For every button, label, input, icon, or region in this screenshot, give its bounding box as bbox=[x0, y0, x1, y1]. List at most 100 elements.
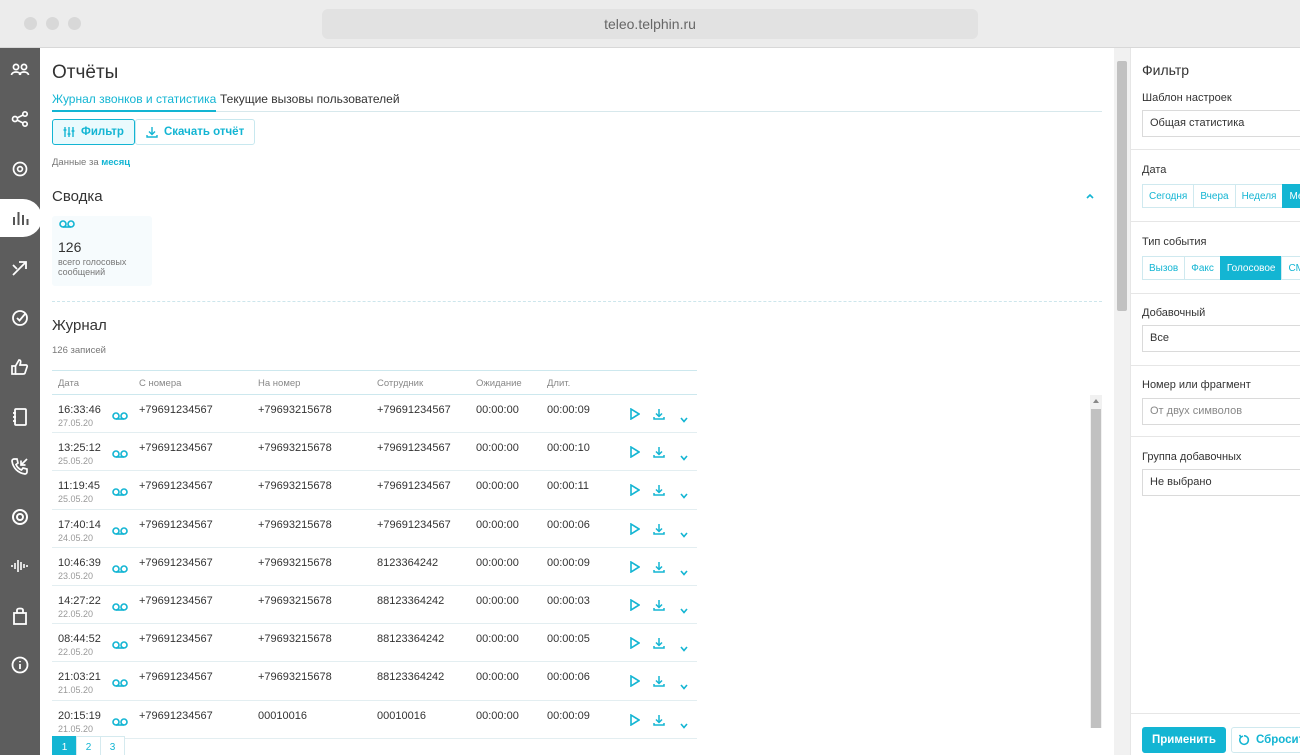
chevron-down-icon[interactable] bbox=[680, 486, 688, 504]
download-report-button[interactable]: Скачать отчёт bbox=[135, 119, 256, 145]
extension-select[interactable]: Все bbox=[1142, 325, 1300, 352]
table-row[interactable]: 08:44:52 22.05.20 +79691234567 +79693215678… bbox=[52, 624, 697, 663]
extension-group-select[interactable]: Не выбрано bbox=[1142, 469, 1300, 496]
chevron-down-icon[interactable] bbox=[680, 563, 688, 581]
column-header-from[interactable]: С номера bbox=[139, 378, 181, 389]
download-icon[interactable] bbox=[653, 598, 665, 616]
sidebar-item-phone-callback[interactable] bbox=[0, 447, 40, 485]
download-icon[interactable] bbox=[653, 522, 665, 540]
table-row[interactable]: 17:40:14 24.05.20 +79691234567 +79693215678… bbox=[52, 510, 697, 548]
number-input[interactable]: От двух символов bbox=[1142, 398, 1300, 425]
chevron-down-icon[interactable] bbox=[680, 448, 688, 466]
scroll-up-arrow-icon[interactable] bbox=[1092, 398, 1100, 404]
apply-button[interactable]: Применить bbox=[1142, 727, 1226, 753]
table-row[interactable]: 20:15:19 21.05.20 +79691234567 00010016 0001… bbox=[52, 701, 697, 739]
filter-button[interactable]: Фильтр bbox=[52, 119, 135, 145]
date-option[interactable]: Вчера bbox=[1193, 184, 1236, 208]
event-type-option[interactable]: Голосовое bbox=[1219, 256, 1283, 280]
download-icon[interactable] bbox=[653, 445, 665, 463]
chevron-down-icon[interactable] bbox=[680, 716, 688, 734]
minimize-window-dot[interactable] bbox=[46, 17, 59, 30]
voicemail-icon bbox=[112, 523, 128, 541]
filter-footer-divider bbox=[1131, 713, 1300, 714]
download-icon[interactable] bbox=[653, 713, 665, 731]
sidebar-item-target[interactable] bbox=[0, 299, 40, 337]
play-icon[interactable] bbox=[630, 560, 641, 578]
sidebar-item-shopping-bag[interactable] bbox=[0, 597, 40, 635]
sidebar-item-network[interactable] bbox=[0, 100, 40, 138]
column-header-wait[interactable]: Ожидание bbox=[476, 378, 522, 389]
column-header-duration[interactable]: Длит. bbox=[547, 378, 570, 389]
template-select[interactable]: Общая статистика bbox=[1142, 110, 1300, 137]
page-1-button[interactable]: 1 bbox=[52, 736, 77, 755]
main-scrollbar-thumb[interactable] bbox=[1117, 61, 1127, 311]
chevron-down-icon[interactable] bbox=[680, 639, 688, 657]
event-type-option[interactable]: Факс bbox=[1184, 256, 1221, 280]
users-icon bbox=[10, 63, 30, 76]
date-option[interactable]: Неделя bbox=[1234, 184, 1284, 208]
row-to-number: +79693215678 bbox=[258, 594, 332, 607]
table-row[interactable]: 16:33:46 27.05.20 +79691234567 +79693215678… bbox=[52, 395, 697, 434]
chevron-down-icon[interactable] bbox=[680, 601, 688, 619]
chevron-down-icon[interactable] bbox=[680, 410, 688, 428]
play-icon[interactable] bbox=[630, 483, 641, 501]
sidebar-item-sound-wave[interactable] bbox=[0, 547, 40, 585]
sidebar-item-ring[interactable] bbox=[0, 498, 40, 536]
play-icon[interactable] bbox=[630, 713, 641, 731]
download-icon[interactable] bbox=[653, 407, 665, 425]
event-type-option[interactable]: СМ bbox=[1281, 256, 1300, 280]
chevron-down-icon[interactable] bbox=[680, 525, 688, 543]
chevron-down-icon[interactable] bbox=[680, 677, 688, 695]
sidebar-item-info[interactable] bbox=[0, 646, 40, 684]
table-row[interactable]: 13:25:12 25.05.20 +79691234567 +79693215678… bbox=[52, 433, 697, 472]
tab-call-log[interactable]: Журнал звонков и статистика bbox=[52, 92, 217, 112]
row-employee: +79691234567 bbox=[377, 404, 451, 416]
table-scrollbar-thumb[interactable] bbox=[1091, 409, 1101, 728]
play-icon[interactable] bbox=[630, 522, 641, 540]
sidebar-item-reports[interactable] bbox=[0, 199, 42, 237]
play-icon[interactable] bbox=[630, 407, 641, 425]
close-window-dot[interactable] bbox=[24, 17, 37, 30]
download-icon[interactable] bbox=[653, 560, 665, 578]
download-icon[interactable] bbox=[653, 636, 665, 654]
filter-divider bbox=[1131, 436, 1300, 437]
download-icon[interactable] bbox=[653, 674, 665, 692]
play-icon[interactable] bbox=[630, 445, 641, 463]
tab-current-calls[interactable]: Текущие вызовы пользователей bbox=[220, 92, 400, 106]
column-header-date[interactable]: Дата bbox=[58, 378, 79, 389]
page-3-button[interactable]: 3 bbox=[100, 736, 125, 755]
download-icon[interactable] bbox=[653, 483, 665, 501]
table-header: Дата С номера На номер Сотрудник Ожидани… bbox=[52, 370, 697, 395]
table-row[interactable]: 10:46:39 23.05.20 +79691234567 +79693215678… bbox=[52, 548, 697, 586]
period-link[interactable]: месяц bbox=[101, 157, 130, 168]
target-icon bbox=[12, 310, 28, 326]
collapse-summary-icon[interactable] bbox=[1086, 190, 1094, 202]
reset-button[interactable]: Сбросит bbox=[1231, 727, 1300, 753]
row-date: 22.05.20 bbox=[58, 608, 94, 619]
table-row[interactable]: 11:19:45 25.05.20 +79691234567 +79693215678… bbox=[52, 471, 697, 510]
shopping-bag-icon bbox=[13, 607, 27, 625]
play-icon[interactable] bbox=[630, 598, 641, 616]
table-row[interactable]: 21:03:21 21.05.20 +79691234567 +79693215678… bbox=[52, 662, 697, 701]
sidebar-item-thumbs-up[interactable] bbox=[0, 348, 40, 386]
url-bar[interactable]: teleo.telphin.ru bbox=[322, 9, 978, 39]
page-2-button[interactable]: 2 bbox=[76, 736, 101, 755]
table-row[interactable]: 14:27:22 22.05.20 +79691234567 +79693215678… bbox=[52, 586, 697, 625]
date-option[interactable]: Сегодня bbox=[1142, 184, 1195, 208]
sidebar-item-contacts-book[interactable] bbox=[0, 398, 40, 436]
play-icon[interactable] bbox=[630, 674, 641, 692]
sidebar-item-routing[interactable] bbox=[0, 249, 40, 287]
event-type-option[interactable]: Вызов bbox=[1142, 256, 1186, 280]
column-header-employee[interactable]: Сотрудник bbox=[377, 378, 423, 389]
maximize-window-dot[interactable] bbox=[68, 17, 81, 30]
number-label: Номер или фрагмент bbox=[1142, 379, 1251, 391]
date-option[interactable]: Мес bbox=[1282, 184, 1300, 208]
column-header-to[interactable]: На номер bbox=[258, 378, 300, 389]
play-icon[interactable] bbox=[630, 636, 641, 654]
template-label: Шаблон настроек bbox=[1142, 92, 1232, 104]
main-scrollbar[interactable] bbox=[1114, 48, 1130, 755]
row-date: 22.05.20 bbox=[58, 647, 94, 658]
sidebar-item-settings[interactable] bbox=[0, 150, 40, 188]
table-scrollbar[interactable] bbox=[1090, 395, 1102, 728]
sidebar-item-users[interactable] bbox=[0, 51, 40, 89]
